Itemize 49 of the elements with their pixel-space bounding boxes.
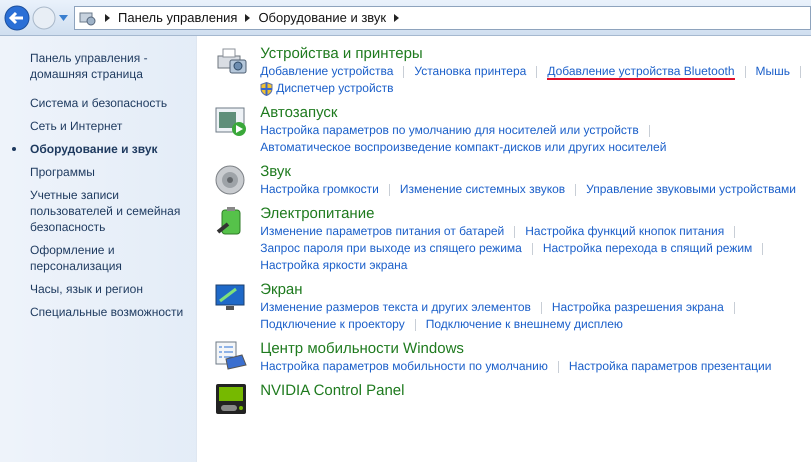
task-link[interactable]: Изменение параметров питания от батарей: [260, 223, 504, 240]
sidebar-link[interactable]: Часы, язык и регион: [30, 281, 143, 297]
category-title[interactable]: NVIDIA Control Panel: [260, 381, 404, 400]
task-link[interactable]: Мышь: [756, 63, 790, 80]
dropdown-arrow-icon[interactable]: [59, 14, 68, 20]
task-link[interactable]: Настройка параметров презентации: [568, 358, 772, 375]
sidebar-link[interactable]: Оформление и персонализация: [30, 242, 188, 274]
address-bar[interactable]: Панель управления Оборудование и звук: [74, 6, 811, 30]
task-link[interactable]: Добавление устройства Bluetooth: [547, 64, 734, 80]
sidebar-link[interactable]: Оборудование и звук: [30, 141, 158, 157]
task-link[interactable]: Настройка разрешения экрана: [552, 299, 724, 316]
task-link[interactable]: Настройка функций кнопок питания: [525, 223, 724, 240]
task-link[interactable]: Установка принтера: [414, 63, 526, 80]
task-link[interactable]: Подключение к внешнему дисплею: [426, 316, 623, 333]
category-title[interactable]: Экран: [260, 280, 745, 299]
shield-icon: [260, 82, 274, 96]
task-link[interactable]: Диспетчер устройств: [276, 80, 394, 97]
graphics-card-icon[interactable]: [214, 383, 248, 415]
task-link[interactable]: Настройка параметров мобильности по умолчанию: [260, 358, 548, 375]
task-link[interactable]: Управление звуковыми устройствами: [586, 181, 796, 198]
category-title[interactable]: Звук: [260, 162, 796, 181]
sidebar-link[interactable]: Специальные возможности: [30, 304, 184, 320]
control-panel-icon: [79, 10, 97, 26]
sidebar-link[interactable]: Сеть и Интернет: [30, 118, 122, 134]
task-link[interactable]: Изменение размеров текста и других элементов: [260, 299, 531, 316]
category-title[interactable]: Автозапуск: [260, 103, 666, 122]
breadcrumb[interactable]: Оборудование и звук: [258, 10, 386, 25]
category-title[interactable]: Устройства и принтеры: [260, 44, 811, 63]
task-link[interactable]: Автоматическое воспроизведение компакт-дисков или других носителей: [260, 139, 666, 156]
sidebar-link[interactable]: Программы: [30, 164, 95, 180]
chevron-icon: [105, 14, 110, 22]
breadcrumb[interactable]: Панель управления: [118, 10, 238, 25]
task-link[interactable]: Подключение к проектору: [260, 316, 405, 333]
category-title[interactable]: Электропитание: [260, 204, 774, 223]
sidebar-link[interactable]: Панель управления - домашняя страница: [30, 50, 188, 82]
task-link[interactable]: Настройка перехода в спящий режим: [542, 240, 752, 257]
task-link[interactable]: Настройка параметров по умолчанию для носителей или устройств: [260, 122, 639, 139]
task-link[interactable]: Настройка громкости: [260, 181, 379, 198]
sidebar-link[interactable]: Учетные записи пользователей и семейная безопасность: [30, 187, 188, 235]
category-title[interactable]: Центр мобильности Windows: [260, 339, 772, 358]
back-button[interactable]: [4, 4, 30, 30]
chevron-icon: [394, 14, 400, 22]
sidebar-link[interactable]: Система и безопасность: [30, 95, 168, 111]
media-play-icon[interactable]: [214, 105, 248, 137]
task-link[interactable]: Настройка яркости экрана: [260, 257, 408, 274]
task-link[interactable]: Добавление устройства: [260, 63, 394, 80]
task-link[interactable]: Изменение системных звуков: [400, 181, 566, 198]
task-link[interactable]: Запрос пароля при выходе из спящего режима: [260, 240, 522, 257]
chevron-icon: [245, 14, 250, 22]
